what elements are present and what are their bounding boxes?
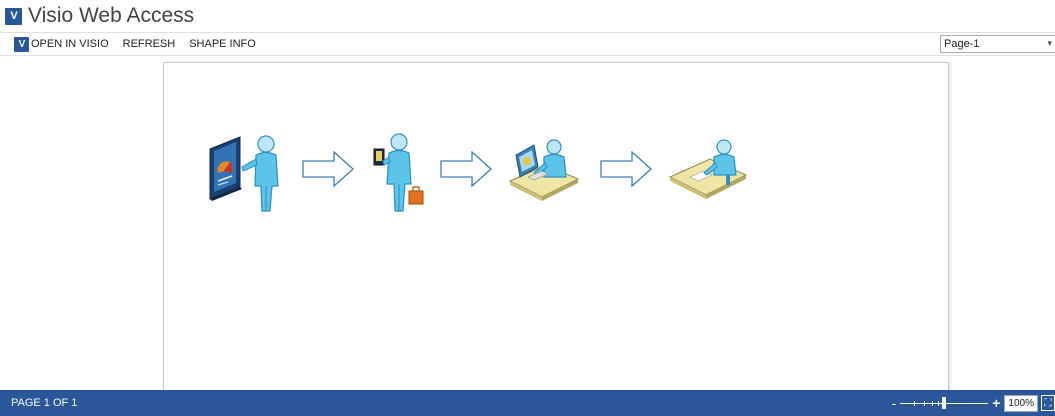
shape-info-label: SHAPE INFO <box>189 38 256 50</box>
page-count: PAGE 1 OF 1 <box>11 397 78 409</box>
presenter-with-board-icon[interactable] <box>206 131 306 226</box>
arrow-right-icon[interactable] <box>600 150 652 192</box>
zoom-slider-tick <box>924 401 926 406</box>
refresh-label: REFRESH <box>122 38 176 50</box>
zoom-slider-tick <box>932 401 934 406</box>
person-at-writing-desk-icon[interactable] <box>668 137 748 208</box>
app-title: Visio Web Access <box>28 4 195 27</box>
zoom-in-button[interactable]: + <box>992 396 1000 410</box>
open-in-visio-label: OPEN IN VISIO <box>31 38 109 50</box>
person-at-computer-desk-icon[interactable] <box>508 133 580 210</box>
fit-to-window-icon[interactable]: ⛶ <box>1041 395 1055 411</box>
drawing-canvas[interactable] <box>0 57 1055 392</box>
toolbar: V OPEN IN VISIO REFRESH SHAPE INFO Page-… <box>0 32 1055 56</box>
zoom-out-button[interactable]: - <box>892 396 897 410</box>
person-with-briefcase-icon[interactable] <box>371 131 427 226</box>
visio-logo-icon: V <box>14 36 29 52</box>
page-select[interactable]: Page-1 ▾ <box>940 35 1055 53</box>
open-in-visio-button[interactable]: V OPEN IN VISIO <box>14 36 109 52</box>
zoom-slider-thumb[interactable] <box>942 397 947 409</box>
zoom-slider-tick <box>938 401 940 406</box>
drawing-page[interactable] <box>163 62 949 392</box>
zoom-slider[interactable] <box>900 396 989 410</box>
arrow-right-icon[interactable] <box>440 150 492 192</box>
shape-info-button[interactable]: SHAPE INFO <box>189 38 256 50</box>
page-select-value: Page-1 <box>944 38 980 50</box>
visio-logo-icon: V <box>5 7 22 25</box>
arrow-right-icon[interactable] <box>302 150 354 192</box>
zoom-slider-tick <box>914 401 916 406</box>
zoom-level[interactable]: 100% <box>1004 394 1038 412</box>
title-bar: V Visio Web Access <box>0 0 1055 32</box>
zoom-controls: - + 100% ⛶ <box>892 390 1055 416</box>
status-bar: PAGE 1 OF 1 - + 100% ⛶ <box>0 390 1055 416</box>
refresh-button[interactable]: REFRESH <box>123 38 176 50</box>
chevron-down-icon: ▾ <box>1047 38 1052 48</box>
